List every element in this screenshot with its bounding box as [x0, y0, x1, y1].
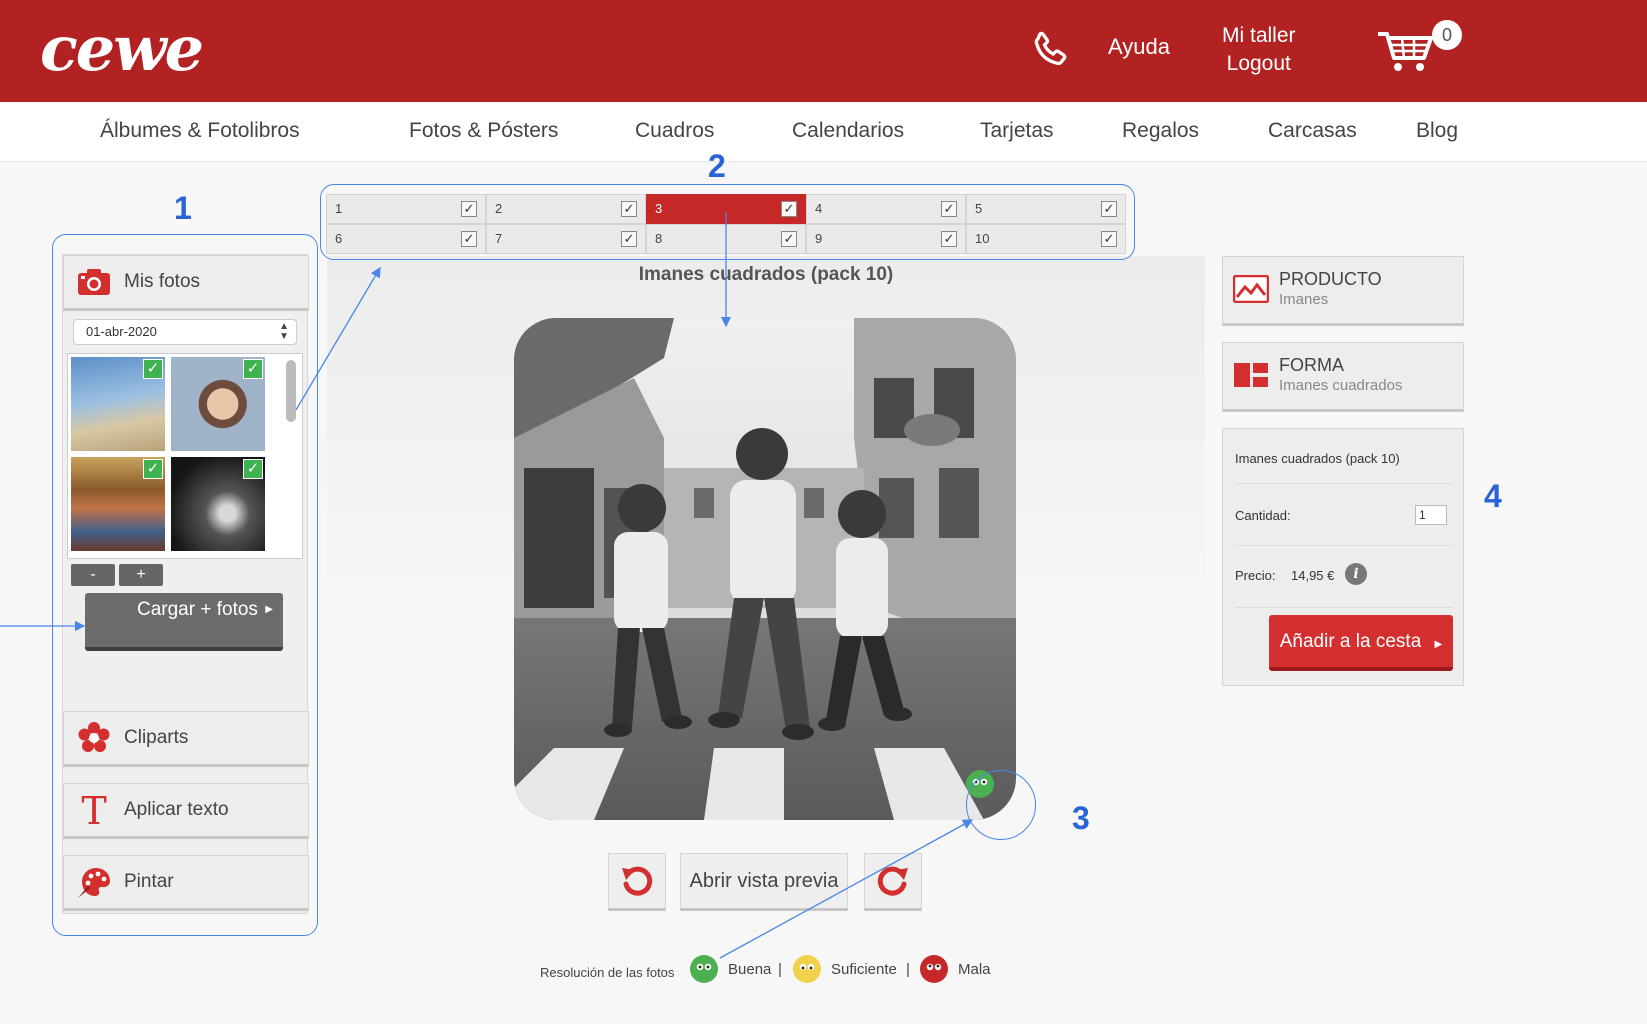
shape-card[interactable]: FORMA Imanes cuadrados [1222, 342, 1464, 412]
photo-preview-illustration [514, 318, 1016, 820]
image-icon [1233, 275, 1269, 303]
add-to-cart-button[interactable]: Añadir a la cesta ▶ [1269, 615, 1453, 671]
legend-separator: | [906, 961, 910, 978]
product-title: PRODUCTO [1279, 269, 1382, 289]
info-icon[interactable]: i [1345, 563, 1367, 585]
my-workshop-link[interactable]: Mi taller [1222, 22, 1296, 50]
cewe-logo[interactable]: cewe [40, 14, 204, 84]
nav-item-fotos[interactable]: Fotos & Pósters [409, 119, 558, 143]
annotation-number-2: 2 [708, 148, 726, 184]
legend-label: Resolución de las fotos [540, 965, 675, 980]
rotate-left-icon [622, 866, 653, 896]
annotation-number-1: 1 [174, 190, 192, 226]
nav-item-calendarios[interactable]: Calendarios [792, 119, 904, 143]
annotation-number-3: 3 [1072, 800, 1090, 836]
annotation-number-4: 4 [1484, 478, 1502, 514]
open-preview-label: Abrir vista previa [689, 869, 839, 892]
logout-link[interactable]: Logout [1222, 50, 1296, 78]
phone-icon[interactable] [1028, 28, 1072, 72]
rotate-right-button[interactable] [864, 853, 922, 911]
resolution-sufficient-icon [793, 955, 821, 983]
help-link[interactable]: Ayuda [1108, 34, 1170, 60]
resolution-good-icon [690, 955, 718, 983]
shopping-cart-icon[interactable] [1376, 28, 1434, 74]
nav-item-regalos[interactable]: Regalos [1122, 119, 1199, 143]
caret-right-icon: ▶ [1434, 639, 1443, 650]
magnet-photo[interactable] [514, 318, 1016, 820]
price-value: 14,95 € [1291, 568, 1335, 583]
product-subtitle: Imanes [1279, 291, 1329, 308]
product-card[interactable]: PRODUCTO Imanes [1222, 256, 1464, 326]
account-menu: Mi taller Logout [1222, 22, 1296, 78]
legend-sufficient: Suficiente [831, 961, 897, 978]
annotation-box-1 [52, 234, 318, 936]
divider [1235, 545, 1453, 546]
order-card: Imanes cuadrados (pack 10) Cantidad: 1 P… [1222, 428, 1464, 686]
shape-title: FORMA [1279, 355, 1344, 375]
rotate-left-button[interactable] [608, 853, 666, 911]
layout-icon [1234, 363, 1268, 387]
canvas-title: Imanes cuadrados (pack 10) [638, 264, 894, 285]
cart-count-badge: 0 [1432, 20, 1462, 50]
nav-item-carcasas[interactable]: Carcasas [1268, 119, 1357, 143]
order-product-name: Imanes cuadrados (pack 10) [1235, 451, 1400, 466]
nav-item-tarjetas[interactable]: Tarjetas [980, 119, 1054, 143]
nav-item-cuadros[interactable]: Cuadros [635, 119, 714, 143]
legend-bad: Mala [958, 961, 991, 978]
add-to-cart-label: Añadir a la cesta [1279, 631, 1422, 652]
legend-separator: | [778, 961, 782, 978]
top-header: cewe Ayuda Mi taller Logout 0 [0, 0, 1647, 102]
open-preview-button[interactable]: Abrir vista previa [680, 853, 848, 911]
quantity-input[interactable]: 1 [1415, 505, 1447, 525]
annotation-box-2 [320, 184, 1135, 260]
rotate-right-icon [877, 866, 908, 896]
shape-subtitle: Imanes cuadrados [1279, 377, 1403, 394]
price-label: Precio: [1235, 568, 1276, 583]
divider [1235, 607, 1453, 608]
main-nav: Álbumes & Fotolibros Fotos & Pósters Cua… [0, 102, 1647, 162]
divider [1235, 483, 1453, 484]
nav-item-albumes[interactable]: Álbumes & Fotolibros [100, 119, 300, 143]
quantity-label: Cantidad: [1235, 508, 1291, 523]
legend-good: Buena [728, 961, 772, 978]
resolution-bad-icon [920, 955, 948, 983]
annotation-circle-3 [966, 770, 1036, 840]
nav-item-blog[interactable]: Blog [1416, 119, 1458, 143]
